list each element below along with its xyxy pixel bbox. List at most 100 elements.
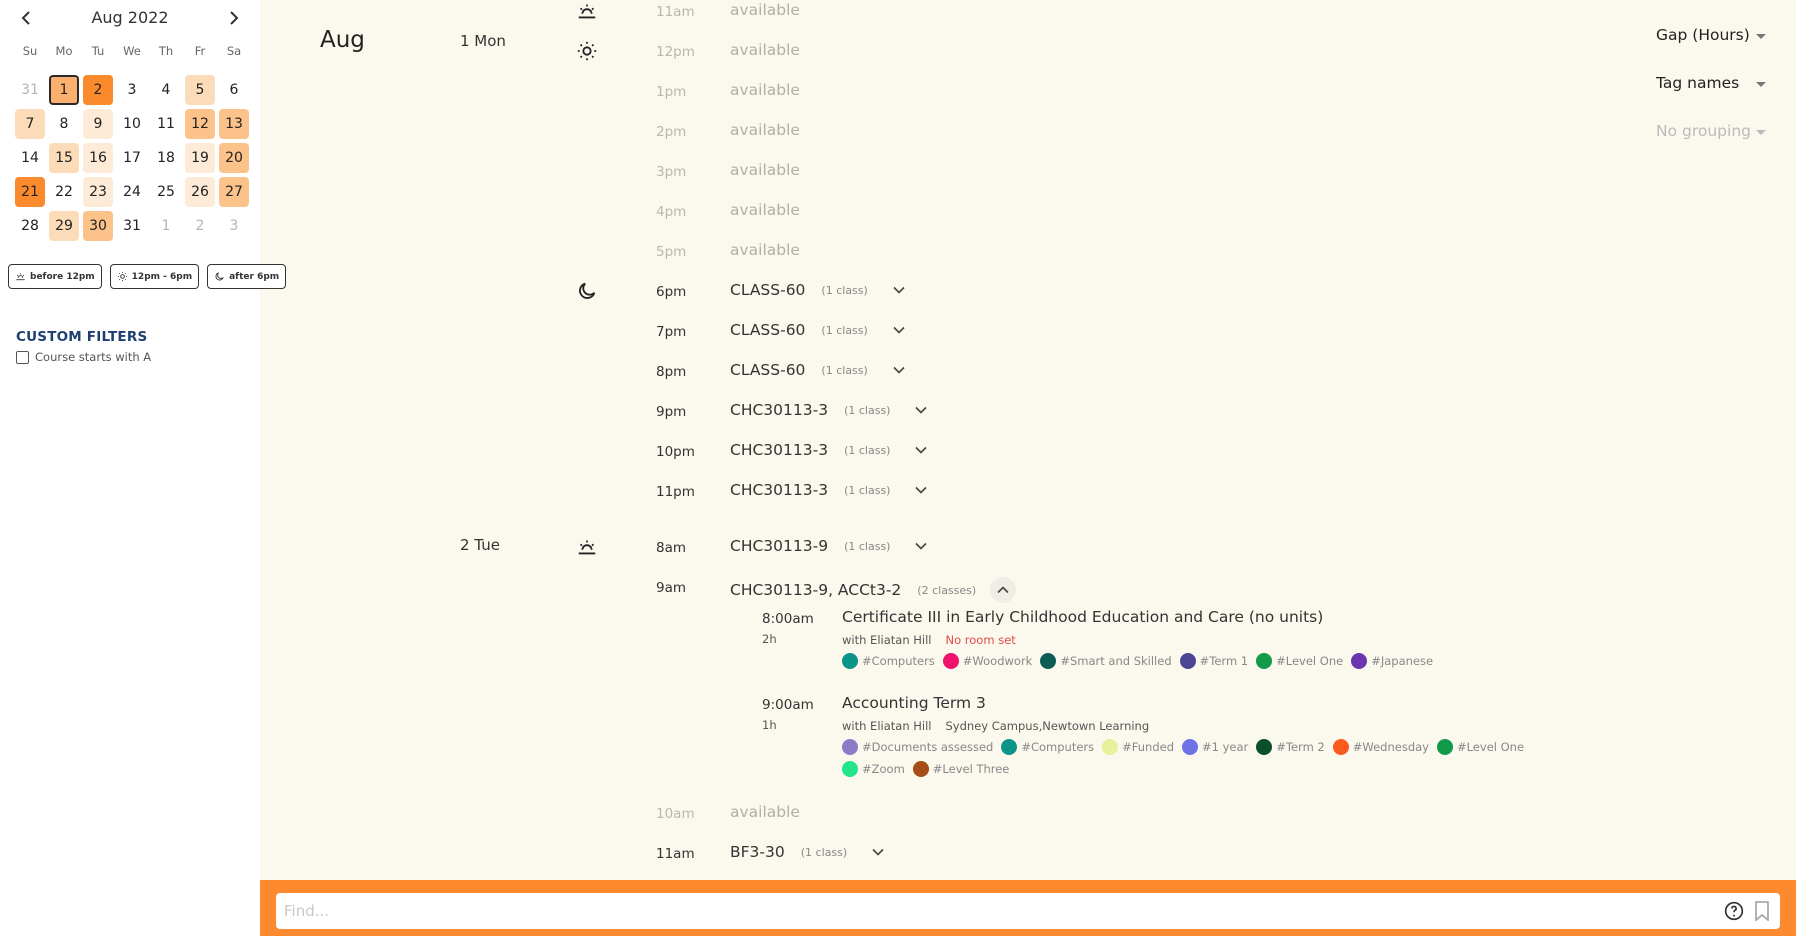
class-count: (2 classes) [917,583,977,597]
calendar-day[interactable]: 29 [49,211,79,241]
available-slot[interactable]: available [730,1,800,19]
checkbox[interactable] [16,350,29,364]
calendar-day[interactable]: 17 [117,143,147,173]
calendar-day[interactable]: 3 [219,211,249,241]
available-slot[interactable]: available [730,803,800,821]
filter-course-starts-with-a[interactable]: Course starts with A [16,350,151,364]
calendar-day[interactable]: 2 [185,211,215,241]
slot-label: available [730,41,800,59]
help-icon[interactable] [1724,901,1744,921]
moon-icon [215,272,224,281]
expand-button[interactable] [871,845,885,859]
calendar-day-selected[interactable]: 1 [49,75,79,105]
find-input[interactable] [284,893,1664,929]
grouping-dropdown[interactable]: No grouping [1656,122,1766,170]
expand-button[interactable] [892,363,906,377]
calendar-day[interactable]: 7 [15,109,45,139]
calendar-day[interactable]: 31 [117,211,147,241]
calendar-day[interactable]: 28 [15,211,45,241]
class-count: (1 class) [800,845,848,859]
before-12pm-button[interactable]: before 12pm [8,264,102,289]
day-label: 2 Tue [460,536,500,554]
12pm-6pm-label: 12pm - 6pm [131,271,193,282]
calendar-day[interactable]: 27 [219,177,249,207]
calendar-day[interactable]: 16 [83,143,113,173]
bookmark-icon[interactable] [1754,901,1770,921]
calendar-day[interactable]: 1 [151,211,181,241]
calendar-day[interactable]: 26 [185,177,215,207]
next-month-button[interactable] [222,6,246,30]
calendar-day[interactable]: 4 [151,75,181,105]
slot-time: 8pm [656,364,687,380]
expand-button[interactable] [892,323,906,337]
tag: #1 year [1182,739,1248,755]
class-slot: CHC30113-9 (1 class) [730,537,928,555]
expand-button[interactable] [914,539,928,553]
calendar-day[interactable]: 18 [151,143,181,173]
available-slot[interactable]: available [730,201,800,219]
calendar-day[interactable]: 21 [15,177,45,207]
chevron-down-icon [893,286,905,294]
trainer: with Eliatan Hill [842,719,932,733]
class-count: (1 class) [821,323,868,337]
calendar-day[interactable]: 12 [185,109,215,139]
find-bar [260,880,1796,936]
calendar-day[interactable]: 15 [49,143,79,173]
slot-time: 10pm [656,444,695,460]
caret-down-icon [1756,82,1766,87]
tag-label: #Japanese [1371,654,1434,668]
calendar-day[interactable]: 10 [117,109,147,139]
calendar-day[interactable]: 9 [83,109,113,139]
available-slot[interactable]: available [730,121,800,139]
tag-label: #Smart and Skilled [1060,654,1172,668]
calendar-day[interactable]: 30 [83,211,113,241]
weekday-label: Tu [91,44,105,58]
slot-label: CHC30113-3 [730,441,829,459]
available-slot[interactable]: available [730,161,800,179]
calendar-day[interactable]: 23 [83,177,113,207]
weekday-label: Su [22,44,38,58]
calendar-day[interactable]: 22 [49,177,79,207]
gap-dropdown[interactable]: Gap (Hours) [1656,26,1766,74]
available-slot[interactable]: available [730,241,800,259]
calendar-day[interactable]: 13 [219,109,249,139]
slot-time: 5pm [656,244,687,260]
calendar-day[interactable]: 3 [117,75,147,105]
tag-names-dropdown-label: Tag names [1656,74,1740,92]
tag-list: #Computers #Woodwork #Smart and Skilled #Te… [842,653,1542,669]
tag-color-dot [1182,739,1198,755]
calendar-day[interactable]: 24 [117,177,147,207]
calendar-day[interactable]: 14 [15,143,45,173]
calendar-day[interactable]: 8 [49,109,79,139]
class-meta: with Eliatan Hill No room set [842,633,1016,647]
collapse-button[interactable] [990,577,1017,603]
slot-label: available [730,201,800,219]
calendar-day[interactable]: 20 [219,143,249,173]
month-label: Aug [320,27,365,53]
calendar-day[interactable]: 6 [219,75,249,105]
chevron-down-icon [915,446,928,454]
available-slot[interactable]: available [730,81,800,99]
calendar-day[interactable]: 5 [185,75,215,105]
calendar-day[interactable]: 25 [151,177,181,207]
slot-time: 10am [656,806,695,822]
room-label: Sydney Campus,Newtown Learning [945,719,1150,733]
expand-button[interactable] [914,403,928,417]
calendar-day[interactable]: 2 [83,75,113,105]
12pm-6pm-button[interactable]: 12pm - 6pm [109,264,200,289]
calendar-grid: 31 1 2 3 4 5 6 7 8 9 10 11 12 13 14 15 16 17 18 19 20 21 22 23 2… [13,73,251,243]
calendar-day[interactable]: 31 [15,75,45,105]
tag-label: #Woodwork [962,654,1033,668]
calendar-day[interactable]: 19 [185,143,215,173]
expand-button[interactable] [914,443,928,457]
expand-button[interactable] [892,283,906,297]
available-slot[interactable]: available [730,41,800,59]
expand-button[interactable] [914,483,928,497]
tag: #Japanese [1351,653,1433,669]
tag-label: #Computers [862,654,935,668]
slot-time: 11am [656,4,695,20]
weekday-label: We [123,44,141,58]
tag-color-dot [942,653,959,669]
calendar-day[interactable]: 11 [151,109,181,139]
tag-names-dropdown[interactable]: Tag names [1656,74,1766,122]
